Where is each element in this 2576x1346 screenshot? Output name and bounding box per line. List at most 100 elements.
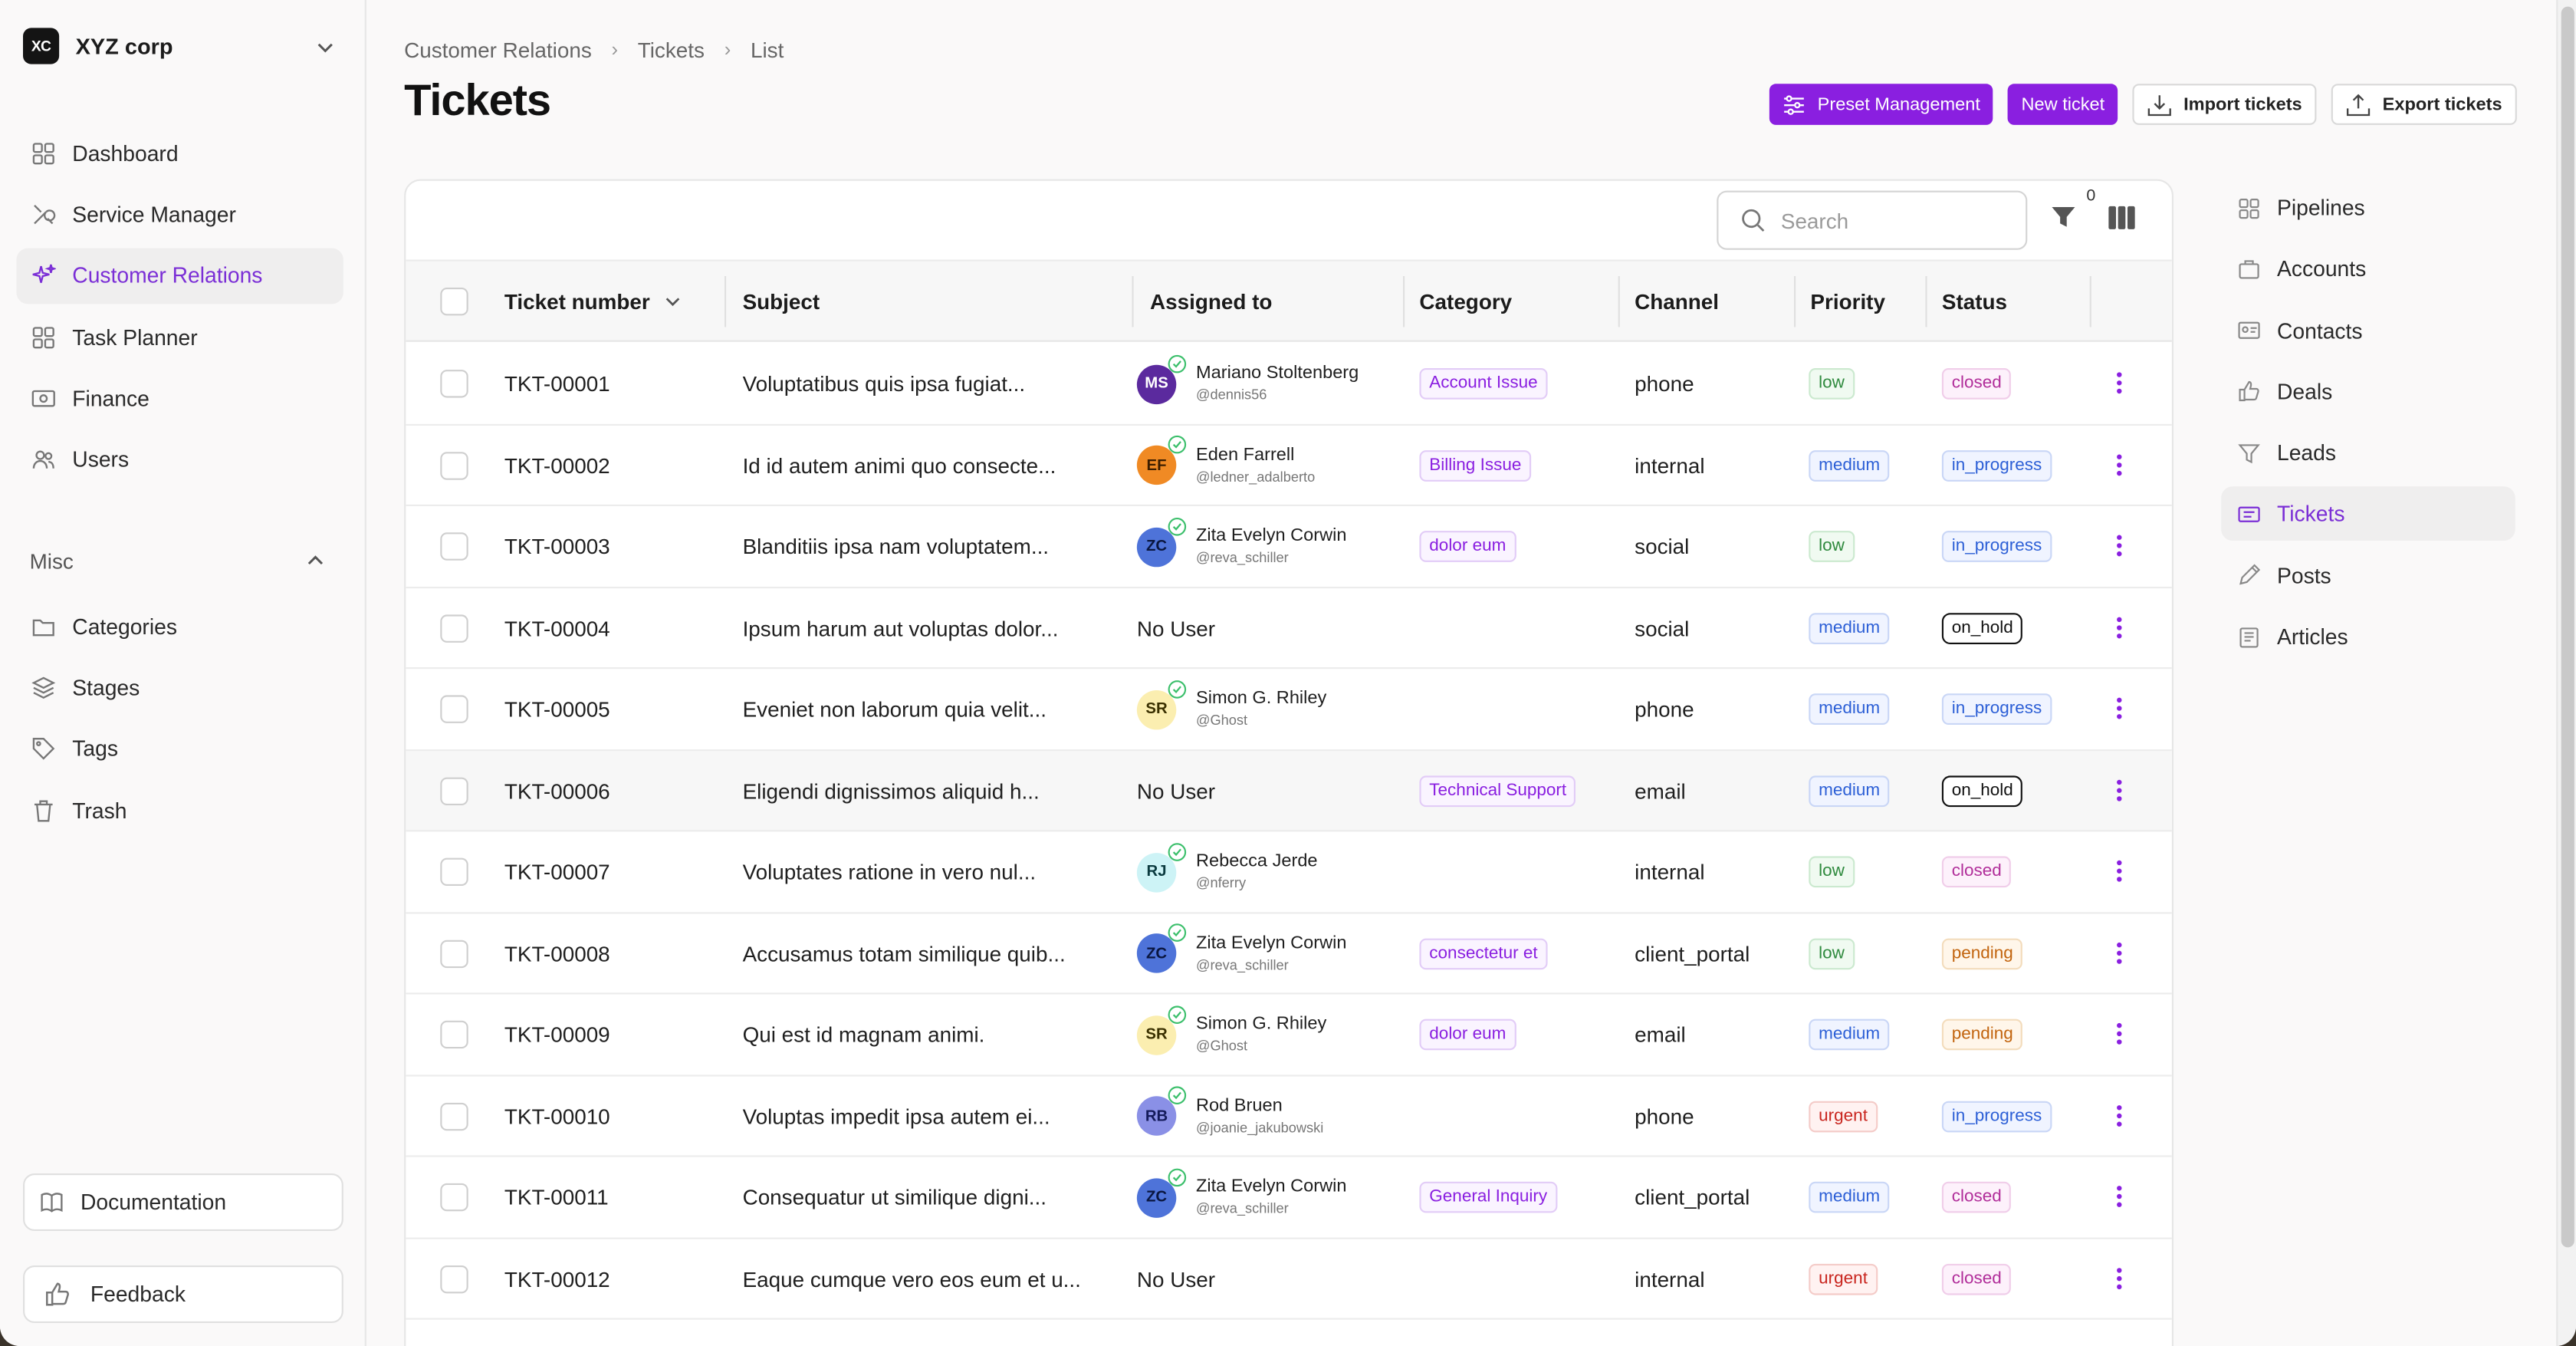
- sidebar-item-customer-relations[interactable]: Customer Relations: [16, 248, 343, 304]
- row-checkbox[interactable]: [440, 669, 468, 749]
- column-status[interactable]: Status: [1942, 262, 2007, 342]
- row-checkbox[interactable]: [440, 506, 468, 587]
- row-checkbox[interactable]: [440, 994, 468, 1074]
- sidebar-item-finance[interactable]: Finance: [16, 370, 343, 426]
- chevron-up-icon[interactable]: [306, 551, 326, 575]
- breadcrumb-item[interactable]: Tickets: [638, 37, 705, 61]
- subnav-item-tickets[interactable]: Tickets: [2221, 487, 2515, 542]
- ticket-number[interactable]: TKT-00012: [504, 1239, 610, 1319]
- more-vertical-icon[interactable]: [2114, 695, 2124, 726]
- ticket-number[interactable]: TKT-00005: [504, 669, 610, 749]
- table-row[interactable]: TKT-00011 Consequatur ut similique digni.…: [406, 1157, 2172, 1239]
- table-row[interactable]: TKT-00005 Eveniet non laborum quia velit.…: [406, 669, 2172, 751]
- more-vertical-icon[interactable]: [2114, 370, 2124, 401]
- row-checkbox[interactable]: [440, 587, 468, 668]
- ticket-number[interactable]: TKT-00010: [504, 1076, 610, 1157]
- ticket-number[interactable]: TKT-00009: [504, 994, 610, 1074]
- table-row[interactable]: TKT-00008 Accusamus totam similique quib.…: [406, 913, 2172, 995]
- select-all-checkbox[interactable]: [440, 262, 468, 342]
- subnav-item-posts[interactable]: Posts: [2221, 548, 2515, 603]
- more-vertical-icon[interactable]: [2114, 451, 2124, 482]
- sidebar-item-task-planner[interactable]: Task Planner: [16, 309, 343, 365]
- more-vertical-icon[interactable]: [2114, 776, 2124, 808]
- table-row[interactable]: TKT-00006 Eligendi dignissimos aliquid h.…: [406, 750, 2172, 832]
- subnav-item-deals[interactable]: Deals: [2221, 364, 2515, 419]
- more-vertical-icon[interactable]: [2114, 532, 2124, 564]
- subnav-item-leads[interactable]: Leads: [2221, 426, 2515, 480]
- column-subject[interactable]: Subject: [743, 262, 820, 342]
- subnav-item-articles[interactable]: Articles: [2221, 610, 2515, 664]
- table-row[interactable]: TKT-00010 Voluptas impedit ipsa autem ei.…: [406, 1076, 2172, 1157]
- table-row[interactable]: TKT-00004 Ipsum harum aut voluptas dolor.…: [406, 587, 2172, 670]
- table-row[interactable]: TKT-00003 Blanditiis ipsa nam voluptatem.…: [406, 506, 2172, 588]
- sidebar-item-dashboard[interactable]: Dashboard: [16, 125, 343, 181]
- sidebar-item-trash[interactable]: Trash: [16, 782, 343, 838]
- export-tickets-button[interactable]: Export tickets: [2331, 84, 2517, 125]
- breadcrumb-item[interactable]: Customer Relations: [404, 37, 592, 61]
- sidebar-item-categories[interactable]: Categories: [16, 598, 343, 654]
- row-checkbox[interactable]: [440, 831, 468, 912]
- row-checkbox[interactable]: [440, 1239, 468, 1319]
- column-channel[interactable]: Channel: [1635, 262, 1719, 342]
- column-category[interactable]: Category: [1419, 262, 1512, 342]
- more-vertical-icon[interactable]: [2114, 1021, 2124, 1052]
- sidebar-item-tags[interactable]: Tags: [16, 721, 343, 777]
- table-row[interactable]: TKT-00007 Voluptates ratione in vero nul.…: [406, 831, 2172, 913]
- more-vertical-icon[interactable]: [2114, 614, 2124, 645]
- subnav-item-accounts[interactable]: Accounts: [2221, 242, 2515, 297]
- search-input[interactable]: Search: [1717, 190, 2028, 250]
- new-ticket-button[interactable]: New ticket: [2008, 84, 2118, 125]
- ticket-number[interactable]: TKT-00004: [504, 587, 610, 668]
- org-switcher[interactable]: XC XYZ corp: [23, 26, 345, 65]
- table-row[interactable]: TKT-00002 Id id autem animi quo consecte.…: [406, 425, 2172, 506]
- more-vertical-icon[interactable]: [2114, 858, 2124, 890]
- ticket-number[interactable]: TKT-00001: [504, 344, 610, 424]
- sidebar-item-stages[interactable]: Stages: [16, 660, 343, 716]
- assignee[interactable]: RJ Rebecca Jerde @nferry: [1136, 831, 1318, 912]
- scrollbar-thumb[interactable]: [2561, 6, 2574, 1248]
- columns-icon[interactable]: [2108, 206, 2135, 239]
- filter-icon[interactable]: [2050, 204, 2076, 239]
- assignee[interactable]: SR Simon G. Rhiley @Ghost: [1136, 669, 1326, 749]
- more-vertical-icon[interactable]: [2114, 1183, 2124, 1215]
- assignee[interactable]: SR Simon G. Rhiley @Ghost: [1136, 994, 1326, 1074]
- subnav-item-contacts[interactable]: Contacts: [2221, 304, 2515, 358]
- row-checkbox[interactable]: [440, 750, 468, 831]
- row-checkbox[interactable]: [440, 425, 468, 505]
- row-checkbox[interactable]: [440, 913, 468, 993]
- preset-management-button[interactable]: Preset Management: [1769, 84, 1994, 125]
- import-tickets-button[interactable]: Import tickets: [2132, 84, 2317, 125]
- ticket-number[interactable]: TKT-00006: [504, 750, 610, 831]
- column-ticket-number[interactable]: Ticket number: [504, 262, 682, 342]
- page-scrollbar[interactable]: [2556, 0, 2576, 1346]
- subnav-item-pipelines[interactable]: Pipelines: [2221, 181, 2515, 235]
- assignee[interactable]: ZC Zita Evelyn Corwin @reva_schiller: [1136, 506, 1347, 587]
- column-assigned-to[interactable]: Assigned to: [1150, 262, 1272, 342]
- more-vertical-icon[interactable]: [2114, 1102, 2124, 1134]
- chevron-down-icon[interactable]: [663, 292, 682, 311]
- assignee[interactable]: RB Rod Bruen @joanie_jakubowski: [1136, 1076, 1323, 1157]
- sidebar-item-users[interactable]: Users: [16, 432, 343, 488]
- more-vertical-icon[interactable]: [2114, 940, 2124, 971]
- assignee[interactable]: EF Eden Farrell @ledner_adalberto: [1136, 425, 1315, 505]
- row-checkbox[interactable]: [440, 1157, 468, 1238]
- sidebar-item-service-manager[interactable]: Service Manager: [16, 186, 343, 242]
- column-priority[interactable]: Priority: [1810, 262, 1885, 342]
- misc-section-header[interactable]: Misc: [30, 549, 329, 575]
- ticket-number[interactable]: TKT-00002: [504, 425, 610, 505]
- more-vertical-icon[interactable]: [2114, 1265, 2124, 1296]
- assignee[interactable]: ZC Zita Evelyn Corwin @reva_schiller: [1136, 1157, 1347, 1238]
- row-checkbox[interactable]: [440, 344, 468, 424]
- table-row[interactable]: TKT-00012 Eaque cumque vero eos eum et u.…: [406, 1239, 2172, 1320]
- ticket-number[interactable]: TKT-00007: [504, 831, 610, 912]
- row-checkbox[interactable]: [440, 1076, 468, 1157]
- table-row[interactable]: TKT-00001 Voluptatibus quis ipsa fugiat..…: [406, 344, 2172, 425]
- ticket-number[interactable]: TKT-00011: [504, 1157, 609, 1238]
- ticket-number[interactable]: TKT-00008: [504, 913, 610, 993]
- feedback-button[interactable]: Feedback: [23, 1265, 343, 1323]
- documentation-button[interactable]: Documentation: [23, 1173, 343, 1231]
- table-row[interactable]: TKT-00009 Qui est id magnam animi. SR Simon…: [406, 994, 2172, 1076]
- ticket-number[interactable]: TKT-00003: [504, 506, 610, 587]
- assignee[interactable]: ZC Zita Evelyn Corwin @reva_schiller: [1136, 913, 1347, 993]
- chevron-down-icon[interactable]: [315, 36, 335, 66]
